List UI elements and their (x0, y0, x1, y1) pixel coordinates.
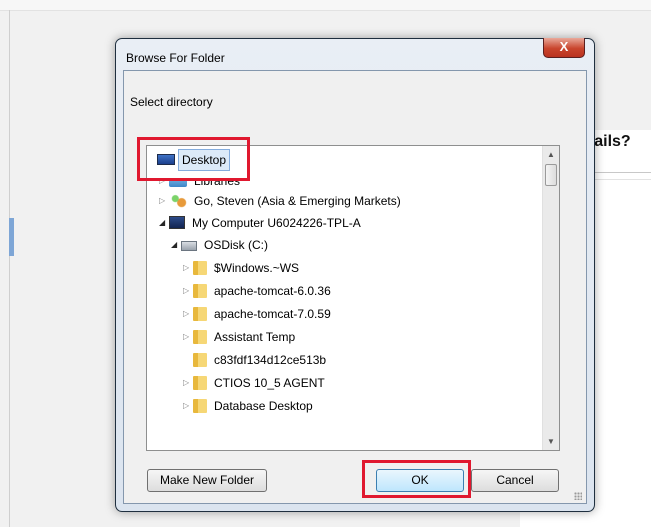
tree-item-label: CTIOS 10_5 AGENT (214, 376, 325, 390)
tree-item-folder[interactable]: ▷ Database Desktop (183, 396, 316, 416)
highlight-box-desktop (137, 137, 250, 181)
tree-item-label: apache-tomcat-6.0.36 (214, 284, 331, 298)
tree-item-label: c83fdf134d12ce513b (214, 353, 327, 367)
tree-item-osdisk[interactable]: ◢ OSDisk (C:) (171, 235, 271, 255)
tree-item-label: Database Desktop (214, 399, 313, 413)
collapse-arrow-icon[interactable]: ◢ (171, 235, 181, 255)
tree-item-label: OSDisk (C:) (204, 238, 268, 252)
folder-icon (193, 330, 207, 344)
user-folder-icon (169, 193, 187, 209)
expand-arrow-icon[interactable]: ▷ (183, 258, 193, 278)
background-divider (9, 10, 10, 527)
folder-icon (193, 376, 207, 390)
vertical-scrollbar[interactable]: ▲ ▼ (542, 146, 559, 450)
tree-item-my-computer[interactable]: ◢ My Computer U6024226-TPL-A (159, 213, 364, 233)
expand-arrow-icon[interactable]: ▷ (183, 281, 193, 301)
folder-icon (193, 399, 207, 413)
browse-for-folder-dialog: Browse For Folder X Select directory Des… (115, 38, 595, 512)
expand-arrow-icon[interactable]: ▷ (183, 304, 193, 324)
background-toolbar (0, 0, 651, 11)
folder-icon (193, 353, 207, 367)
folder-tree-viewport: Desktop ▷ Libraries ▷ Go, Steven (Asia & E… (147, 146, 543, 450)
tree-item-label: My Computer U6024226-TPL-A (192, 216, 361, 230)
folder-icon (193, 307, 207, 321)
expand-arrow-icon[interactable]: ▷ (183, 373, 193, 393)
highlight-box-ok (362, 460, 471, 498)
drive-icon (181, 241, 197, 251)
tree-item-label: Assistant Temp (214, 330, 296, 344)
make-new-folder-button[interactable]: Make New Folder (147, 469, 267, 492)
tree-item-label: apache-tomcat-7.0.59 (214, 307, 331, 321)
select-directory-label: Select directory (130, 95, 213, 109)
tree-item-user[interactable]: ▷ Go, Steven (Asia & Emerging Markets) (159, 191, 404, 211)
cancel-button[interactable]: Cancel (471, 469, 559, 492)
expand-arrow-icon[interactable]: ▷ (159, 191, 169, 211)
tree-item-label: $Windows.~WS (214, 261, 300, 275)
expand-arrow-icon[interactable]: ▷ (183, 327, 193, 347)
folder-icon (193, 284, 207, 298)
scrollbar-thumb[interactable] (545, 164, 557, 186)
tree-item-folder[interactable]: ▷ CTIOS 10_5 AGENT (183, 373, 328, 393)
folder-tree[interactable]: Desktop ▷ Libraries ▷ Go, Steven (Asia & E… (146, 145, 560, 451)
tree-item-folder[interactable]: c83fdf134d12ce513b (193, 350, 329, 370)
close-button[interactable]: X (543, 38, 585, 58)
scroll-up-arrow-icon[interactable]: ▲ (543, 146, 559, 163)
computer-icon (169, 216, 185, 229)
tree-item-folder[interactable]: ▷ $Windows.~WS (183, 258, 302, 278)
tree-item-folder[interactable]: ▷ apache-tomcat-7.0.59 (183, 304, 334, 324)
scroll-down-arrow-icon[interactable]: ▼ (543, 433, 559, 450)
collapse-arrow-icon[interactable]: ◢ (159, 213, 169, 233)
resize-grip-icon[interactable] (574, 492, 582, 500)
background-selection-marker (9, 218, 14, 256)
dialog-client-area: Select directory Desktop ▷ Libraries ▷ Go,… (123, 70, 587, 504)
dialog-title: Browse For Folder (126, 51, 225, 65)
tree-item-label: Go, Steven (Asia & Emerging Markets) (194, 194, 401, 208)
tree-item-folder[interactable]: ▷ Assistant Temp (183, 327, 298, 347)
tree-item-folder[interactable]: ▷ apache-tomcat-6.0.36 (183, 281, 334, 301)
expand-arrow-icon[interactable]: ▷ (183, 396, 193, 416)
folder-icon (193, 261, 207, 275)
